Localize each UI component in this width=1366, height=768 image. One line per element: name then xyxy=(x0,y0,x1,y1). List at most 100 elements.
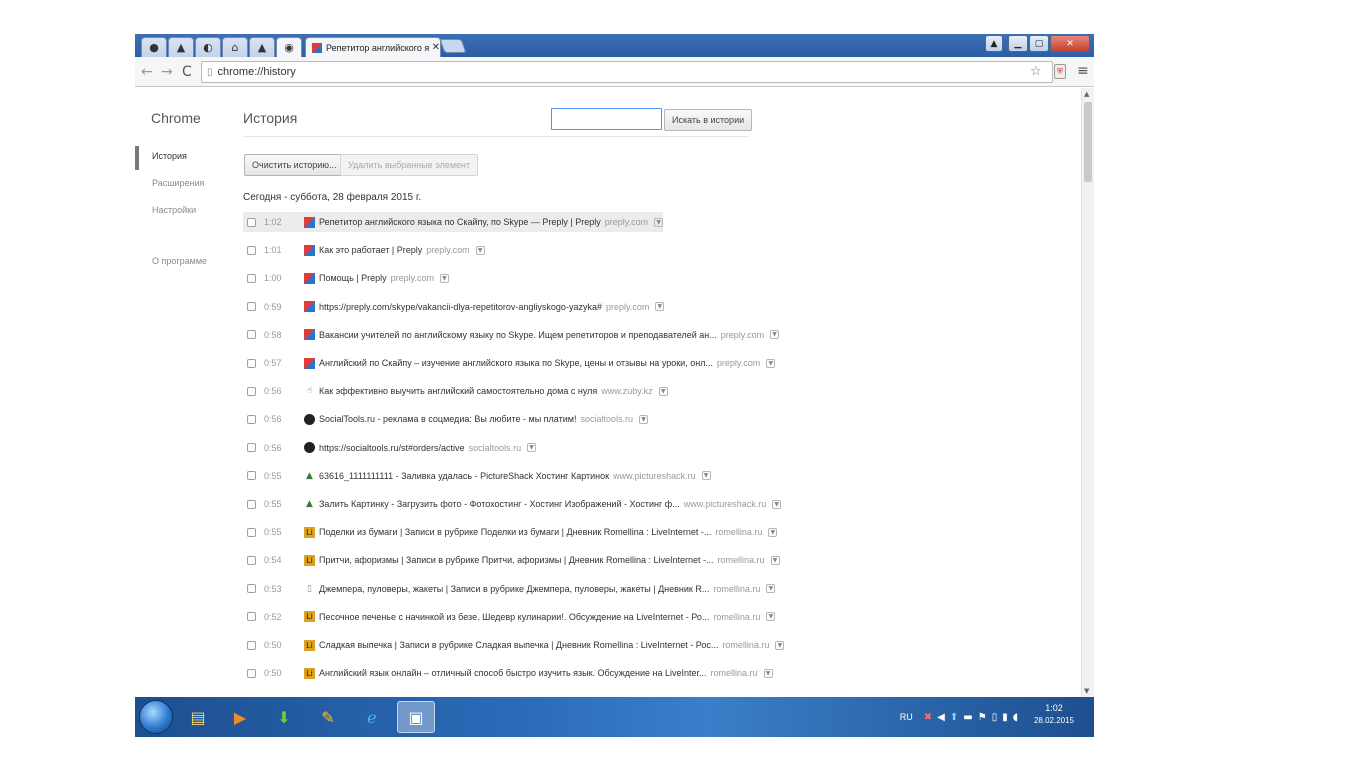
entry-title-link[interactable]: https://socialtools.ru/st#orders/active xyxy=(319,443,465,453)
forward-icon[interactable]: → xyxy=(161,64,173,80)
history-entry[interactable]: 0:50 Li Английский язык онлайн – отличный … xyxy=(243,663,773,683)
history-entry[interactable]: 0:52 Li Песочное печенье с начинкой из без… xyxy=(243,607,776,627)
entry-checkbox[interactable] xyxy=(247,668,256,678)
entry-title-link[interactable]: Песочное печенье с начинкой из безе. Шед… xyxy=(319,612,709,622)
history-entry[interactable]: 0:59 https://preply.com/skype/vakancii-dl… xyxy=(243,297,665,317)
speaker-icon[interactable]: ◖ xyxy=(1013,712,1018,723)
history-entry[interactable]: 0:53 ▯ Джемпера, пуловеры, жакеты | Записи… xyxy=(243,579,776,599)
entry-title-link[interactable]: Притчи, афоризмы | Записи в рубрике Прит… xyxy=(319,555,714,565)
sidebar-item-history[interactable]: История xyxy=(152,151,187,161)
entry-checkbox[interactable] xyxy=(247,584,256,594)
display-icon[interactable]: ▬ xyxy=(963,712,972,723)
entry-menu-dropdown-icon[interactable]: ▼ xyxy=(475,245,485,255)
sidebar-item-extensions[interactable]: Расширения xyxy=(152,178,204,188)
entry-menu-dropdown-icon[interactable]: ▼ xyxy=(768,527,778,537)
address-bar[interactable]: ▯ chrome://history xyxy=(201,61,1053,83)
entry-menu-dropdown-icon[interactable]: ▼ xyxy=(527,443,537,453)
entry-menu-dropdown-icon[interactable]: ▼ xyxy=(766,584,776,594)
entry-checkbox[interactable] xyxy=(247,555,256,565)
entry-title-link[interactable]: Английский по Скайпу – изучение английск… xyxy=(319,358,713,368)
reload-icon[interactable]: C xyxy=(182,64,192,80)
new-tab-button[interactable] xyxy=(439,39,467,53)
history-entry[interactable]: 0:56 SocialTools.ru - реклама в соцмедиа:… xyxy=(243,409,648,429)
history-entry[interactable]: 0:50 Li Сладкая выпечка | Записи в рубрике… xyxy=(243,635,785,655)
entry-menu-dropdown-icon[interactable]: ▼ xyxy=(763,668,773,678)
pinned-tab-1[interactable]: ● xyxy=(141,37,167,57)
entry-title-link[interactable]: Джемпера, пуловеры, жакеты | Записи в ру… xyxy=(319,584,709,594)
close-button[interactable]: ✕ xyxy=(1050,35,1090,52)
entry-checkbox[interactable] xyxy=(247,527,256,537)
tab-close-icon[interactable]: ✕ xyxy=(432,42,440,53)
entry-title-link[interactable]: Как это работает | Preply xyxy=(319,245,422,255)
entry-menu-dropdown-icon[interactable]: ▼ xyxy=(639,414,648,424)
media-player-icon[interactable]: ▶ xyxy=(221,701,259,733)
entry-title-link[interactable]: 63616_1111111111 - Заливка удалась - Pic… xyxy=(319,471,609,481)
pinned-tab-history[interactable]: ◉ xyxy=(276,37,302,57)
entry-checkbox[interactable] xyxy=(247,499,256,509)
entry-title-link[interactable]: Вакансии учителей по английскому языку п… xyxy=(319,330,717,340)
chrome-taskbar-icon[interactable]: ▣ xyxy=(397,701,435,733)
entry-title-link[interactable]: Сладкая выпечка | Записи в рубрике Сладк… xyxy=(319,640,718,650)
paint-icon[interactable]: ✎ xyxy=(309,701,347,733)
history-entry[interactable]: 0:58 Вакансии учителей по английскому язы… xyxy=(243,325,780,345)
entry-checkbox[interactable] xyxy=(247,386,256,396)
tab-preply[interactable]: Репетитор английского я ✕ xyxy=(305,37,441,57)
entry-checkbox[interactable] xyxy=(247,302,256,312)
flag-icon[interactable]: ⚑ xyxy=(978,712,987,723)
scroll-down-icon[interactable]: ▼ xyxy=(1084,687,1089,695)
entry-title-link[interactable]: https://preply.com/skype/vakancii-dlya-r… xyxy=(319,302,602,312)
history-entry[interactable]: 0:55 ▲ 63616_1111111111 - Заливка удалась … xyxy=(243,466,711,486)
entry-menu-dropdown-icon[interactable]: ▼ xyxy=(770,330,780,340)
pinned-tab-4[interactable]: ⌂ xyxy=(222,37,248,57)
back-icon[interactable]: ← xyxy=(141,64,153,80)
menu-icon[interactable]: ≡ xyxy=(1077,63,1089,79)
history-entry[interactable]: 0:55 ▲ Залить Картинку - Загрузить фото - … xyxy=(243,494,782,514)
history-entry[interactable]: 0:56 ☝ Как эффективно выучить английский с… xyxy=(243,381,668,401)
minimize-button[interactable]: ▁ xyxy=(1008,35,1028,52)
sidebar-item-settings[interactable]: Настройки xyxy=(152,205,196,215)
pinned-tab-3[interactable]: ◐ xyxy=(195,37,221,57)
search-history-button[interactable]: Искать в истории xyxy=(664,109,753,131)
entry-menu-dropdown-icon[interactable]: ▼ xyxy=(766,612,776,622)
sidebar-item-about[interactable]: О программе xyxy=(152,256,207,266)
entry-checkbox[interactable] xyxy=(247,443,256,453)
maximize-button[interactable]: ▢ xyxy=(1029,35,1049,52)
user-profile-icon[interactable]: ▲ xyxy=(985,35,1003,52)
scroll-thumb[interactable] xyxy=(1084,102,1092,182)
extension-shield-icon[interactable]: ⛨ xyxy=(1054,64,1066,79)
entry-menu-dropdown-icon[interactable]: ▼ xyxy=(766,358,776,368)
entry-menu-dropdown-icon[interactable]: ▼ xyxy=(654,217,664,227)
entry-menu-dropdown-icon[interactable]: ▼ xyxy=(772,499,782,509)
scrollbar[interactable]: ▲ ▼ xyxy=(1081,88,1094,697)
history-entry[interactable]: 1:00 Помощь | Preply preply.com ▼ xyxy=(243,268,449,288)
history-entry[interactable]: 1:02 Репетитор английского языка по Скайп… xyxy=(243,212,664,232)
bookmark-star-icon[interactable]: ☆ xyxy=(1030,64,1042,79)
entry-title-link[interactable]: Как эффективно выучить английский самост… xyxy=(319,386,597,396)
usb-icon[interactable]: ▯ xyxy=(992,712,998,723)
entry-menu-dropdown-icon[interactable]: ▼ xyxy=(775,640,785,650)
pinned-tab-2[interactable]: ▲ xyxy=(168,37,194,57)
language-indicator[interactable]: RU xyxy=(900,712,913,722)
start-button[interactable] xyxy=(139,700,173,734)
entry-checkbox[interactable] xyxy=(247,245,256,255)
history-entry[interactable]: 0:54 Li Притчи, афоризмы | Записи в рубрик… xyxy=(243,550,780,570)
entry-title-link[interactable]: Поделки из бумаги | Записи в рубрике Под… xyxy=(319,527,711,537)
antivirus-icon[interactable]: ✖ xyxy=(924,712,932,723)
entry-title-link[interactable]: Помощь | Preply xyxy=(319,273,387,283)
history-entry[interactable]: 0:56 https://socialtools.ru/st#orders/act… xyxy=(243,438,537,458)
entry-menu-dropdown-icon[interactable]: ▼ xyxy=(655,302,665,312)
history-entry[interactable]: 0:57 Английский по Скайпу – изучение англ… xyxy=(243,353,776,373)
download-manager-icon[interactable]: ⬇ xyxy=(265,701,303,733)
entry-title-link[interactable]: SocialTools.ru - реклама в соцмедиа: Вы … xyxy=(319,414,576,424)
history-entry[interactable]: 1:01 Как это работает | Preply preply.com ▼ xyxy=(243,240,485,260)
clock[interactable]: 1:02 28.02.2015 xyxy=(1034,703,1074,725)
clear-history-button[interactable]: Очистить историю... xyxy=(244,154,345,176)
internet-explorer-icon[interactable]: ℯ xyxy=(353,701,391,733)
entry-title-link[interactable]: Английский язык онлайн – отличный способ… xyxy=(319,668,707,678)
scroll-up-icon[interactable]: ▲ xyxy=(1084,90,1089,98)
entry-checkbox[interactable] xyxy=(247,217,256,227)
explorer-icon[interactable]: ▤ xyxy=(179,701,217,733)
entry-menu-dropdown-icon[interactable]: ▼ xyxy=(770,555,780,565)
entry-menu-dropdown-icon[interactable]: ▼ xyxy=(439,273,449,283)
entry-title-link[interactable]: Репетитор английского языка по Скайпу, п… xyxy=(319,217,601,227)
